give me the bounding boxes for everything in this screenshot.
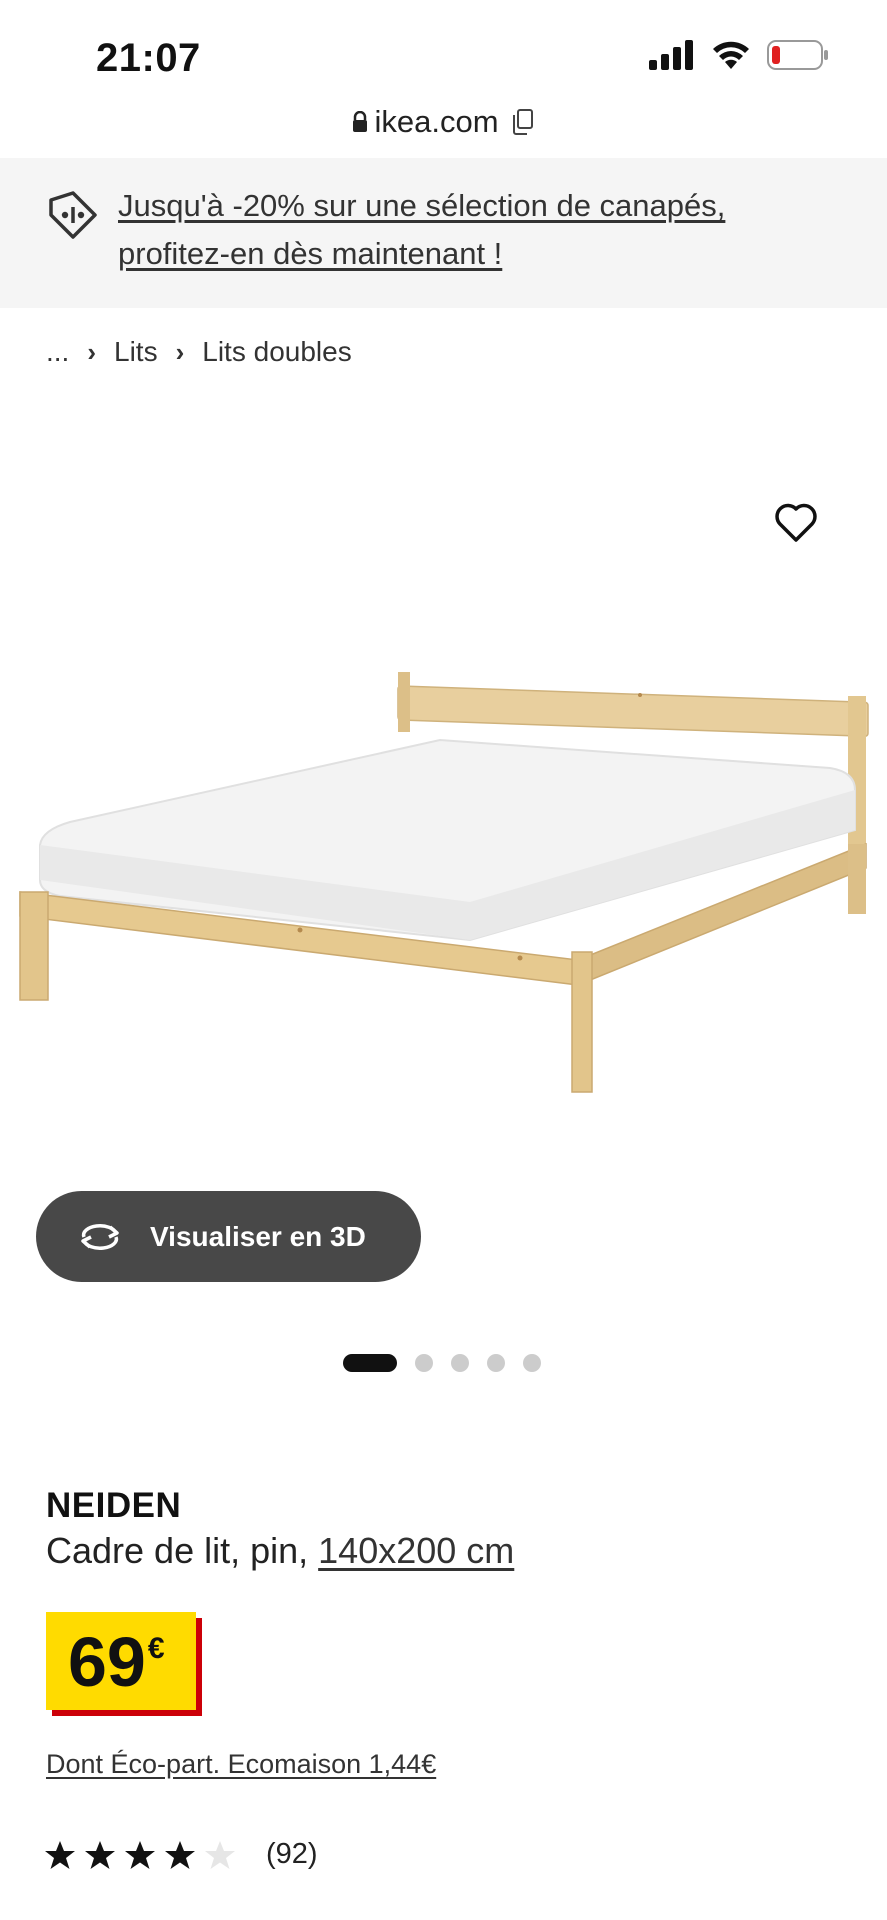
view-3d-button[interactable]: Visualiser en 3D <box>36 1191 421 1282</box>
signal-icon <box>649 40 693 70</box>
promo-link[interactable]: Jusqu'à -20% sur une sélection de canapé… <box>118 182 818 278</box>
breadcrumb: ... › Lits › Lits doubles <box>46 336 352 368</box>
star-icon <box>125 1840 155 1869</box>
view-3d-label: Visualiser en 3D <box>150 1220 366 1252</box>
carousel-dot[interactable] <box>523 1354 541 1372</box>
product-description: Cadre de lit, pin, 140x200 cm <box>46 1530 514 1572</box>
product-image[interactable] <box>0 640 887 1100</box>
product-rating[interactable]: (92) <box>44 1838 318 1871</box>
eco-part-link[interactable]: Dont Éco-part. Ecomaison 1,44€ <box>46 1749 436 1780</box>
chevron-right-icon: › <box>175 336 185 367</box>
carousel-dot[interactable] <box>451 1354 469 1372</box>
price-currency: € <box>147 1632 165 1665</box>
star-icon <box>205 1840 235 1869</box>
breadcrumb-item-lits[interactable]: Lits <box>114 336 158 368</box>
status-time: 21:07 <box>96 36 201 80</box>
url-bar[interactable]: ikea.com <box>0 104 887 140</box>
status-icons <box>649 40 829 70</box>
price-amount: 69 <box>68 1623 146 1701</box>
carousel-dots <box>343 1354 541 1372</box>
star-icon <box>85 1840 115 1869</box>
product-name: NEIDEN <box>46 1486 182 1525</box>
url-text: ikea.com <box>374 104 499 139</box>
product-size-link[interactable]: 140x200 cm <box>318 1530 514 1571</box>
price-tag-icon <box>49 191 97 239</box>
breadcrumb-ellipsis[interactable]: ... <box>46 336 69 368</box>
price-box: 69 € <box>46 1612 202 1716</box>
wifi-icon <box>713 41 749 69</box>
carousel-dot[interactable] <box>487 1354 505 1372</box>
price-tag: 69 € <box>46 1612 196 1710</box>
lock-icon <box>353 111 368 132</box>
review-count: (92) <box>266 1838 318 1870</box>
chevron-right-icon: › <box>87 336 97 367</box>
heart-icon[interactable] <box>772 498 820 546</box>
carousel-dot[interactable] <box>343 1354 397 1372</box>
product-description-text: Cadre de lit, pin, <box>46 1530 319 1571</box>
promo-banner[interactable]: Jusqu'à -20% sur une sélection de canapé… <box>0 158 887 308</box>
battery-icon <box>767 40 828 70</box>
rotate-3d-icon <box>81 1223 119 1250</box>
star-icon <box>45 1840 75 1869</box>
breadcrumb-item-lits-doubles[interactable]: Lits doubles <box>202 336 351 368</box>
status-bar: 21:07 <box>0 0 887 110</box>
carousel-dot[interactable] <box>415 1354 433 1372</box>
star-icon <box>165 1840 195 1869</box>
copy-icon[interactable] <box>511 108 535 136</box>
